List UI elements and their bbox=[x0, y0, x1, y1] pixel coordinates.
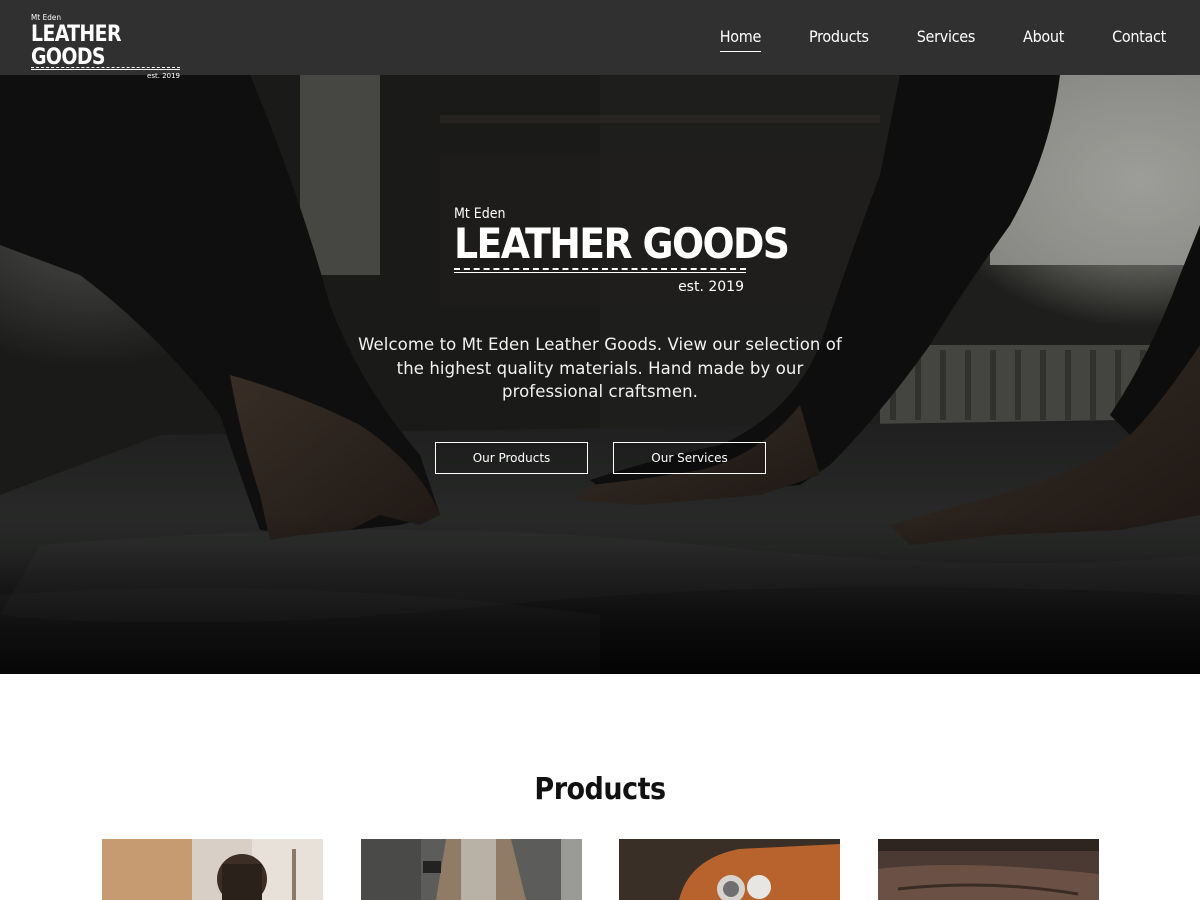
product-tile-2[interactable] bbox=[361, 839, 582, 900]
product-photo-1 bbox=[102, 839, 323, 900]
hero-logo-est-text: est. 2019 bbox=[678, 279, 744, 295]
nav-services[interactable]: Services bbox=[917, 26, 976, 48]
logo-est-text: est. 2019 bbox=[147, 72, 180, 80]
product-tile-4[interactable] bbox=[878, 839, 1099, 900]
our-products-button[interactable]: Our Products bbox=[435, 442, 588, 474]
hero-welcome-text: Welcome to Mt Eden Leather Goods. View o… bbox=[358, 335, 842, 401]
product-photo-2 bbox=[361, 839, 582, 900]
nav-products[interactable]: Products bbox=[809, 26, 869, 48]
products-heading: Products bbox=[534, 772, 666, 807]
nav-contact[interactable]: Contact bbox=[1112, 26, 1166, 48]
product-tile-3[interactable] bbox=[619, 839, 840, 900]
nav-home[interactable]: Home bbox=[719, 26, 762, 52]
site-logo[interactable]: Mt Eden LEATHER GOODS est. 2019 bbox=[31, 13, 181, 80]
nav-about[interactable]: About bbox=[1023, 26, 1064, 48]
our-services-button[interactable]: Our Services bbox=[613, 442, 766, 474]
product-tile-1[interactable] bbox=[102, 839, 323, 900]
site-header: Mt Eden LEATHER GOODS est. 2019 Home Pro… bbox=[0, 0, 1200, 80]
hero-logo-rule bbox=[454, 268, 746, 273]
logo-main-text: LEATHER GOODS bbox=[31, 20, 122, 70]
main-nav: Home Products Services About Contact bbox=[672, 26, 1166, 52]
hero-logo: Mt Eden LEATHER GOODS est. 2019 bbox=[454, 206, 790, 295]
hero-logo-main-text: LEATHER GOODS bbox=[454, 219, 790, 268]
product-photo-3 bbox=[619, 839, 840, 900]
product-photo-4 bbox=[878, 839, 1099, 900]
hero-section: Mt Eden LEATHER GOODS est. 2019 Welcome … bbox=[0, 75, 1200, 674]
